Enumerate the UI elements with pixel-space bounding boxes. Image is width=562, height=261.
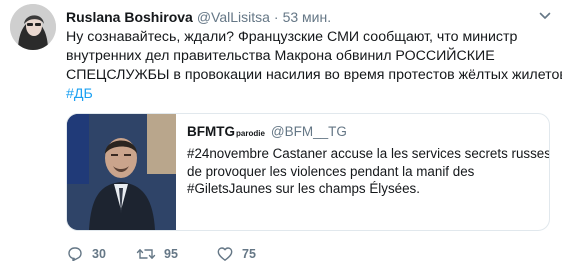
- tweet[interactable]: Ruslana Boshirova @ValLisitsa · 53 мин. …: [0, 0, 562, 261]
- tweet-text-line: СПЕЦСЛУЖБЫ в провокации насилия во время…: [66, 67, 562, 83]
- heart-icon: [217, 247, 233, 261]
- tweet-text-line: внутренних дел правительства Макрона обв…: [66, 48, 495, 64]
- avatar[interactable]: [10, 4, 56, 50]
- retweet-icon: [136, 249, 156, 259]
- quoted-tweet-photo: [67, 114, 176, 230]
- reply-count: 30: [92, 247, 106, 261]
- quoted-tweet-image: [67, 114, 176, 230]
- reply-button[interactable]: 30: [66, 245, 106, 261]
- like-button[interactable]: 75: [216, 245, 256, 261]
- quoted-text-line: #GiletsJaunes sur les champs Élysées.: [187, 181, 420, 196]
- author-display-name[interactable]: Ruslana Boshirova: [66, 9, 193, 25]
- tweet-text-line: Ну сознавайтесь, ждали? Французские СМИ …: [66, 29, 518, 45]
- quoted-author-name[interactable]: BFMTG: [187, 123, 235, 140]
- chevron-down-icon: [539, 12, 551, 19]
- quoted-text-line: #24novembre Castaner accuse la les servi…: [187, 146, 550, 161]
- hashtag-link[interactable]: #ДБ: [66, 86, 93, 102]
- separator-dot: ·: [273, 9, 279, 25]
- author-handle[interactable]: @ValLisitsa: [197, 9, 270, 25]
- retweet-button[interactable]: 95: [136, 245, 178, 261]
- quoted-tweet-header: BFMTG parodie @BFM__TG: [187, 123, 542, 142]
- quoted-tweet[interactable]: BFMTG parodie @BFM__TG #24novembre Casta…: [66, 113, 550, 231]
- avatar-photo: [10, 4, 56, 50]
- like-count: 75: [242, 247, 256, 261]
- tweet-timestamp[interactable]: 53 мин.: [283, 9, 332, 25]
- reply-icon: [68, 247, 82, 261]
- quoted-tweet-text: #24novembre Castaner accuse la les servi…: [187, 145, 550, 198]
- quoted-author-name-suffix: parodie: [236, 129, 265, 138]
- quoted-text-line: de provoquer les violences pendant la ma…: [187, 163, 475, 179]
- more-options-button[interactable]: [538, 9, 552, 23]
- tweet-text: Ну сознавайтесь, ждали? Французские СМИ …: [66, 28, 562, 104]
- tweet-header: Ruslana Boshirova @ValLisitsa · 53 мин.: [66, 7, 331, 27]
- quoted-author-handle[interactable]: @BFM__TG: [271, 123, 347, 140]
- quoted-tweet-body: BFMTG parodie @BFM__TG #24novembre Casta…: [187, 123, 550, 198]
- retweet-count: 95: [164, 247, 178, 261]
